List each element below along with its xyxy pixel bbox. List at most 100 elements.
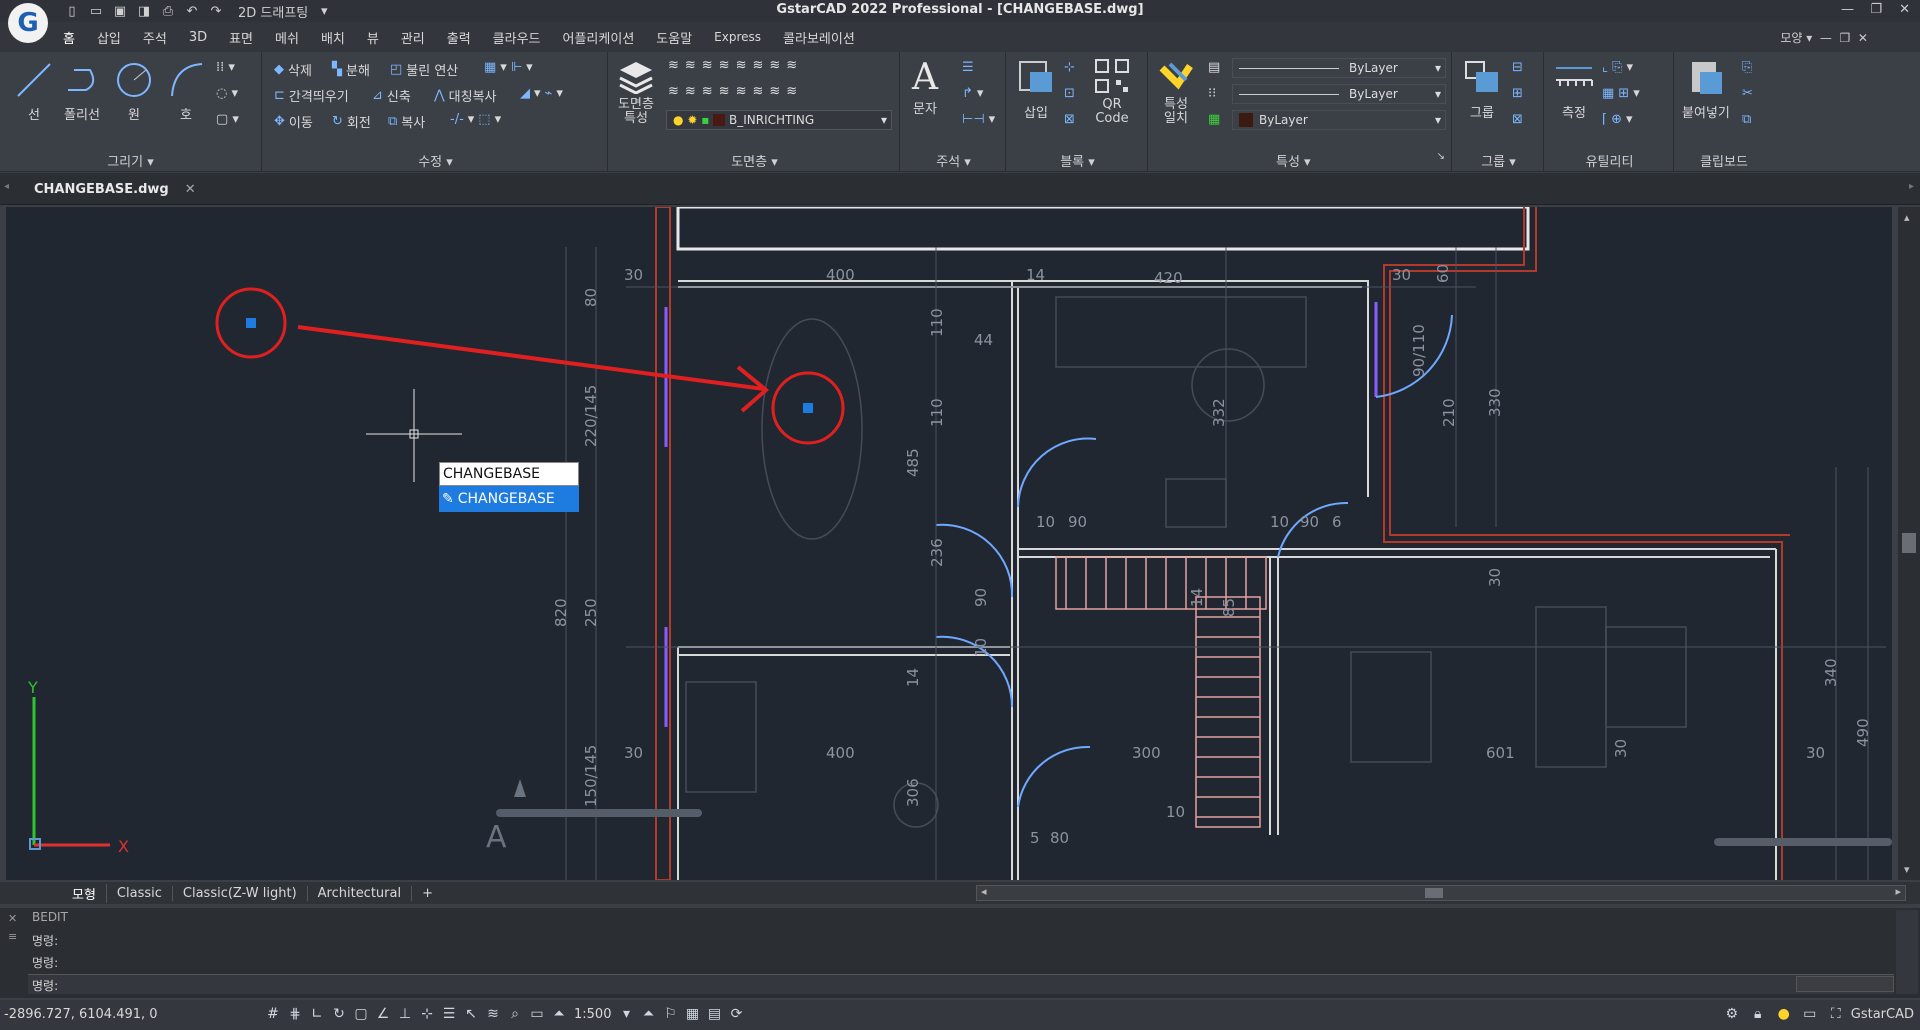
minimize-icon[interactable]: — xyxy=(1841,2,1854,17)
isolate-icon[interactable]: ▦ xyxy=(681,1006,703,1022)
panel-title-modify[interactable]: 수정 ▾ xyxy=(264,151,607,170)
auto-scale-icon[interactable]: ⚐ xyxy=(659,1006,681,1022)
offset-button[interactable]: ⊏ 간격띄우기 xyxy=(274,86,349,105)
lineweight-toggle-icon[interactable]: ☰ xyxy=(438,1006,460,1022)
panel-title-properties[interactable]: 특성 ▾ ↘ xyxy=(1150,151,1451,170)
panel-title-draw[interactable]: 그리기 ▾ xyxy=(0,151,261,170)
close-tab-icon[interactable]: ✕ xyxy=(185,182,196,197)
text-button[interactable]: A 문자 xyxy=(912,58,938,118)
table-icon[interactable]: ☰ xyxy=(962,60,974,75)
measure-button[interactable]: 측정 xyxy=(1552,58,1596,121)
appearance-menu[interactable]: 모양 ▾ — ❐ ✕ xyxy=(1780,29,1868,46)
close-icon[interactable]: ✕ xyxy=(1899,2,1910,17)
wblock-icon[interactable]: ⊠ xyxy=(1064,112,1075,127)
tab-scroll-left-icon[interactable]: ◂ xyxy=(4,181,9,192)
ellipse-icon[interactable]: ◌ ▾ xyxy=(216,86,238,101)
tab-model[interactable]: 모형 xyxy=(62,883,107,903)
tab-manage[interactable]: 관리 xyxy=(390,28,436,47)
layer-tools-row2[interactable]: ≋≋≋≋≋≋≋≋ xyxy=(668,84,803,99)
mirror-button[interactable]: ⋀ 대칭복사 xyxy=(434,86,497,105)
tab-home[interactable]: 홈 xyxy=(52,28,86,47)
array-icon[interactable]: ▦ ▾ ⊩ ▾ xyxy=(484,60,533,75)
zoom-icon[interactable]: ⌕ xyxy=(504,1006,526,1022)
tab-cloud[interactable]: 클라우드 xyxy=(482,28,552,47)
linetype-dropdown[interactable]: ByLayer ▾ xyxy=(1232,84,1446,104)
tab-output[interactable]: 출력 xyxy=(436,28,482,47)
layer-properties-button[interactable]: 도면층 특성 xyxy=(616,58,656,126)
arc-button[interactable]: 호 xyxy=(166,60,206,123)
annotation-scale-icon[interactable]: ⏶ xyxy=(548,1006,570,1022)
refresh-icon[interactable]: ⟳ xyxy=(725,1006,747,1022)
bulb-icon[interactable]: ● xyxy=(1773,1006,1795,1022)
dyn-icon[interactable]: ⊹ xyxy=(416,1006,438,1022)
copy-clip-icon[interactable]: ⎘ xyxy=(1742,60,1752,75)
tab-express[interactable]: Express xyxy=(703,30,772,44)
restore-icon[interactable]: ❐ xyxy=(1870,2,1882,17)
grid-icon[interactable]: # xyxy=(262,1006,284,1022)
calculator-icon[interactable]: ▦ ⊞ ▾ xyxy=(1602,86,1640,101)
quick-select-icon[interactable]: ⌞ ⎘ ▾ xyxy=(1602,60,1633,75)
tab-layout[interactable]: 배치 xyxy=(310,28,356,47)
tab-architectural[interactable]: Architectural xyxy=(308,885,413,901)
drawing-canvas[interactable]: 30 400 14 420 30 60 80 110 44 90/110 210… xyxy=(6,207,1892,880)
tab-surface[interactable]: 표면 xyxy=(218,28,264,47)
qr-code-button[interactable]: QR Code xyxy=(1094,58,1130,126)
autocomplete-suggestion[interactable]: ✎ CHANGEBASE xyxy=(439,486,579,512)
panel-title-groups[interactable]: 그룹 ▾ xyxy=(1454,151,1543,170)
tab-annotate[interactable]: 주석 xyxy=(132,28,178,47)
tab-3d[interactable]: 3D xyxy=(178,30,218,45)
tab-application[interactable]: 어플리케이션 xyxy=(552,28,646,47)
group-button[interactable]: 그룹 xyxy=(1462,58,1502,121)
attribute-icon[interactable]: ⊡ xyxy=(1064,86,1075,101)
group-select-icon[interactable]: ⊠ xyxy=(1512,112,1523,127)
move-button[interactable]: ✥ 이동 xyxy=(274,112,313,131)
panel-title-block[interactable]: 블록 ▾ xyxy=(1008,151,1147,170)
rotate-button[interactable]: ↻ 회전 xyxy=(332,112,371,131)
trim-icon[interactable]: -/- ▾ ⬚ ▾ xyxy=(450,112,501,127)
tab-classic-zw-light[interactable]: Classic(Z-W light) xyxy=(173,885,308,901)
annotation-scale[interactable]: 1:500 xyxy=(574,1007,611,1022)
command-hscroll[interactable] xyxy=(1796,976,1894,992)
panel-title-annotation[interactable]: 주석 ▾ xyxy=(902,151,1005,170)
polyline-button[interactable]: 폴리선 xyxy=(62,60,102,123)
ungroup-icon[interactable]: ⊟ xyxy=(1512,60,1523,75)
add-layout-button[interactable]: + xyxy=(412,886,443,901)
polar-icon[interactable]: ↻ xyxy=(328,1006,350,1022)
color-dropdown[interactable]: ByLayer ▾ xyxy=(1232,58,1446,78)
group-edit-icon[interactable]: ⊞ xyxy=(1512,86,1523,101)
tab-scroll-right-icon[interactable]: ▸ xyxy=(1909,181,1914,192)
ducs-icon[interactable]: ⊥ xyxy=(394,1006,416,1022)
viewport-icon[interactable]: ▭ xyxy=(526,1006,548,1022)
erase-button[interactable]: ◆ 삭제 xyxy=(274,60,312,79)
tab-help[interactable]: 도움말 xyxy=(645,28,703,47)
panel-title-utilities[interactable]: 유틸리티 xyxy=(1546,151,1673,170)
boolean-button[interactable]: ◰ 불린 연산 xyxy=(390,60,458,79)
ortho-icon[interactable]: ∟ xyxy=(306,1006,328,1022)
explode-button[interactable]: ▚ 분해 xyxy=(332,60,370,79)
snap-icon[interactable]: ⋕ xyxy=(284,1006,306,1022)
point-icon[interactable]: ⁞⁞ ▾ xyxy=(216,60,235,75)
chevron-down-icon[interactable]: ▾ xyxy=(615,1006,637,1022)
panel-title-layers[interactable]: 도면층 ▾ xyxy=(610,151,899,170)
fullscreen-icon[interactable]: ⛶ xyxy=(1825,1006,1847,1022)
fillet-icon[interactable]: ◢ ▾ ⌁ ▾ xyxy=(520,86,563,101)
insert-block-button[interactable]: 삽입 xyxy=(1016,58,1056,121)
annotation-visibility-icon[interactable]: ⏶ xyxy=(637,1006,659,1022)
match-properties-button[interactable]: 특성 일치 xyxy=(1156,58,1196,126)
lock-ui-icon[interactable]: 🔒︎ xyxy=(1747,1006,1769,1022)
paste-button[interactable]: 붙여넣기 xyxy=(1682,58,1730,121)
tab-mesh[interactable]: 메쉬 xyxy=(264,28,310,47)
close-command-icon[interactable]: ✕ xyxy=(8,912,17,925)
block-edit-icon[interactable]: ⊹ xyxy=(1064,60,1075,75)
document-tab[interactable]: CHANGEBASE.dwg ✕ xyxy=(10,176,220,202)
command-input-popup[interactable]: CHANGEBASE xyxy=(439,462,579,486)
tab-classic[interactable]: Classic xyxy=(107,885,173,901)
settings-command-icon[interactable]: ≡ xyxy=(8,930,17,943)
leader-icon[interactable]: ↱ ▾ xyxy=(962,86,983,101)
rectangle-icon[interactable]: ▢ ▾ xyxy=(216,112,239,127)
layer-dropdown[interactable]: ● ✹ ▪ B_INRICHTING ▾ xyxy=(666,110,892,130)
paste-special-icon[interactable]: ⧉ xyxy=(1742,112,1751,127)
horizontal-scrollbar[interactable]: ◂ ▸ xyxy=(976,885,1906,901)
tab-view[interactable]: 뷰 xyxy=(356,28,390,47)
command-input[interactable]: 명령: xyxy=(28,974,1894,994)
